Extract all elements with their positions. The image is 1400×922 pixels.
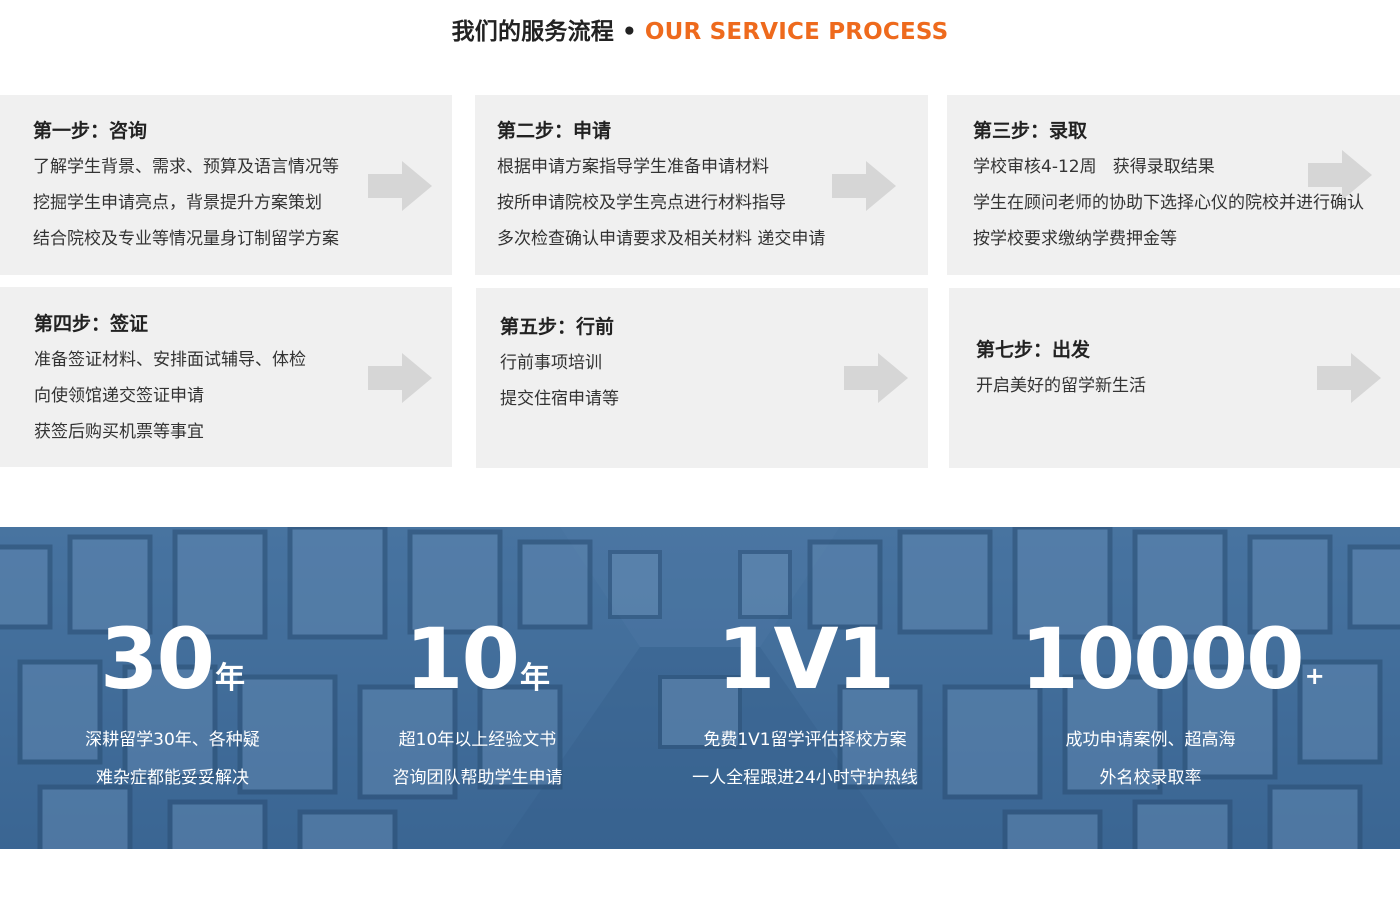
step-title: 第七步：出发 <box>976 339 1091 361</box>
stats-band: 30年 深耕留学30年、各种疑 难杂症都能妥妥解决 10年 超10年以上经验文书… <box>0 527 1400 849</box>
stat-unit: 年 <box>519 661 550 696</box>
step-line: 了解学生背景、需求、预算及语言情况等 <box>33 157 339 177</box>
section-header: 我们的服务流程 • OUR SERVICE PROCESS <box>0 14 1400 50</box>
right-arrow-icon <box>368 161 432 211</box>
step-card-admission: 第三步：录取 学校审核4-12周 获得录取结果 学生在顾问老师的协助下选择心仪的… <box>947 95 1400 275</box>
stat-number: 30 <box>100 610 215 708</box>
step-card-visa: 第四步：签证 准备签证材料、安排面试辅导、体检 向使领馆递交签证申请 获签后购买… <box>0 287 452 467</box>
right-arrow-icon <box>1308 150 1372 200</box>
stat-desc-line: 一人全程跟进24小时守护热线 <box>692 768 918 788</box>
stat-years-experience: 30年 深耕留学30年、各种疑 难杂症都能妥妥解决 <box>45 527 300 849</box>
step-title: 第三步：录取 <box>973 120 1088 142</box>
header-title-en: OUR SERVICE PROCESS <box>644 19 949 45</box>
stat-number-row: 10000+ <box>1020 609 1325 709</box>
step-card-apply: 第二步：申请 根据申请方案指导学生准备申请材料 按所申请院校及学生亮点进行材料指… <box>475 95 928 275</box>
step-line: 提交住宿申请等 <box>500 389 619 409</box>
stat-number-row: 10年 <box>350 609 605 709</box>
step-line: 多次检查确认申请要求及相关材料 递交申请 <box>497 229 826 249</box>
step-line: 学校审核4-12周 获得录取结果 <box>973 157 1215 177</box>
stat-number: 10000 <box>1020 610 1304 708</box>
stat-number-row: 1V1 <box>655 609 955 709</box>
stat-number-row: 30年 <box>45 609 300 709</box>
step-title: 第二步：申请 <box>497 120 612 142</box>
stat-unit: + <box>1304 662 1325 690</box>
step-line: 结合院校及专业等情况量身订制留学方案 <box>33 229 339 249</box>
stat-desc-line: 咨询团队帮助学生申请 <box>392 768 563 788</box>
right-arrow-icon <box>368 353 432 403</box>
stat-number: 1V1 <box>717 610 895 708</box>
stat-desc-line: 深耕留学30年、各种疑 <box>85 730 260 750</box>
step-line: 向使领馆递交签证申请 <box>34 386 204 406</box>
step-title: 第五步：行前 <box>500 316 615 338</box>
stat-desc-line: 超10年以上经验文书 <box>398 730 557 750</box>
service-process-page: 我们的服务流程 • OUR SERVICE PROCESS 第一步：咨询 了解学生背… <box>0 0 1400 922</box>
stat-desc-line: 免费1V1留学评估择校方案 <box>703 730 907 750</box>
step-line: 准备签证材料、安排面试辅导、体检 <box>34 350 306 370</box>
header-title-cn: 我们的服务流程 <box>451 19 614 45</box>
step-line: 开启美好的留学新生活 <box>976 376 1146 396</box>
step-line: 挖掘学生申请亮点，背景提升方案策划 <box>33 193 322 213</box>
stat-success-cases: 10000+ 成功申请案例、超高海 外名校录取率 <box>1020 527 1325 849</box>
step-line: 行前事项培训 <box>500 353 602 373</box>
step-line: 按所申请院校及学生亮点进行材料指导 <box>497 193 786 213</box>
right-arrow-icon <box>832 161 896 211</box>
step-line: 按学校要求缴纳学费押金等 <box>973 229 1177 249</box>
stat-desc-line: 难杂症都能妥妥解决 <box>96 768 249 788</box>
stat-one-on-one: 1V1 免费1V1留学评估择校方案 一人全程跟进24小时守护热线 <box>655 527 955 849</box>
right-arrow-icon <box>844 353 908 403</box>
step-line: 根据申请方案指导学生准备申请材料 <box>497 157 769 177</box>
step-card-predeparture: 第五步：行前 行前事项培训 提交住宿申请等 <box>476 288 928 468</box>
stat-unit: 年 <box>214 661 245 696</box>
step-card-consult: 第一步：咨询 了解学生背景、需求、预算及语言情况等 挖掘学生申请亮点，背景提升方… <box>0 95 452 275</box>
right-arrow-icon <box>1317 353 1381 403</box>
step-title: 第一步：咨询 <box>33 120 148 142</box>
stat-desc-line: 外名校录取率 <box>1099 768 1202 788</box>
header-separator: • <box>622 19 637 45</box>
step-title: 第四步：签证 <box>34 313 149 335</box>
stat-team-years: 10年 超10年以上经验文书 咨询团队帮助学生申请 <box>350 527 605 849</box>
stat-number: 10 <box>405 610 520 708</box>
stat-desc-line: 成功申请案例、超高海 <box>1065 730 1236 750</box>
step-line: 获签后购买机票等事宜 <box>34 422 204 442</box>
step-line: 学生在顾问老师的协助下选择心仪的院校并进行确认 <box>973 193 1364 213</box>
step-card-depart: 第七步：出发 开启美好的留学新生活 <box>949 288 1400 468</box>
